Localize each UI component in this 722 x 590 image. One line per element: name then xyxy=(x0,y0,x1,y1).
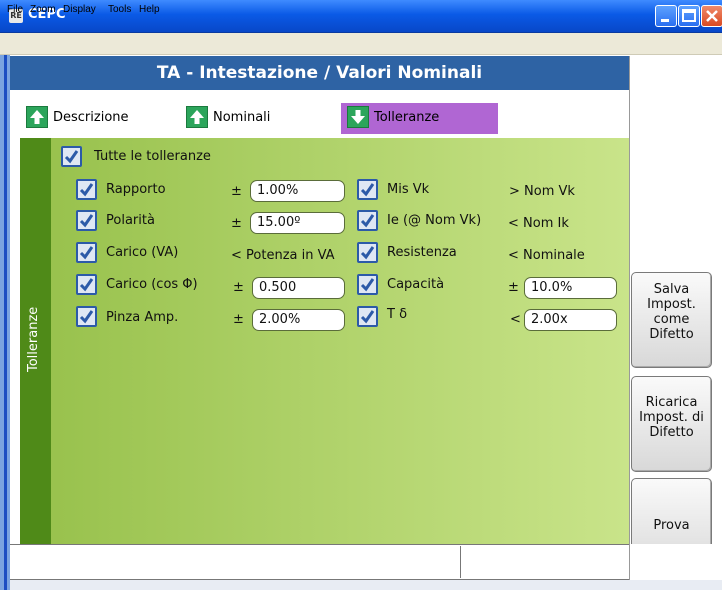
carico-cos-operator: ± xyxy=(233,280,244,295)
ie-operator: < Nom Ik xyxy=(508,216,569,231)
ie-label: Ie (@ Nom Vk) xyxy=(387,213,482,228)
carico-cos-checkbox[interactable] xyxy=(76,274,97,295)
mis-vk-label: Mis Vk xyxy=(387,182,430,197)
resistenza-label: Resistenza xyxy=(387,245,457,260)
polarita-input[interactable]: 15.00º xyxy=(250,212,345,234)
page-title: TA - Intestazione / Valori Nominali xyxy=(10,56,629,90)
pinza-amp-label: Pinza Amp. xyxy=(106,310,179,325)
arrow-down-icon xyxy=(347,106,369,128)
carico-cos-label: Carico (cos Φ) xyxy=(106,277,198,292)
tab-label: Descrizione xyxy=(53,110,129,125)
menu-tools[interactable]: Tools xyxy=(108,4,131,15)
all-tolerances-label: Tutte le tolleranze xyxy=(94,149,211,164)
reload-defaults-button[interactable]: Ricarica Impost. di Difetto xyxy=(631,376,712,472)
status-divider xyxy=(460,546,461,578)
test-label: Prova xyxy=(653,518,690,533)
polarita-label: Polarità xyxy=(106,213,155,228)
minimize-button[interactable] xyxy=(655,5,677,27)
checkmark-icon xyxy=(79,246,94,260)
right-header-area xyxy=(629,56,722,90)
status-right-area xyxy=(629,544,722,580)
arrow-up-icon xyxy=(186,106,208,128)
resistenza-checkbox[interactable] xyxy=(357,242,378,263)
checkmark-icon xyxy=(79,183,94,197)
tab-label: Nominali xyxy=(213,110,271,125)
menu-zoom[interactable]: Zoom xyxy=(30,4,56,15)
checkmark-icon xyxy=(360,214,375,228)
ie-checkbox[interactable] xyxy=(357,210,378,231)
checkmark-icon xyxy=(360,278,375,292)
reload-defaults-label: Ricarica Impost. di Difetto xyxy=(639,395,704,440)
menu-help[interactable]: Help xyxy=(139,4,160,15)
mis-vk-operator: > Nom Vk xyxy=(509,184,575,199)
checkmark-icon xyxy=(360,183,375,197)
checkmark-icon xyxy=(79,214,94,228)
pinza-amp-checkbox[interactable] xyxy=(76,306,97,327)
checkmark-icon xyxy=(64,150,79,164)
t-delta-checkbox[interactable] xyxy=(357,306,378,327)
menu-file[interactable]: File xyxy=(7,4,23,15)
rapporto-checkbox[interactable] xyxy=(76,179,97,200)
checkmark-icon xyxy=(360,310,375,324)
rapporto-label: Rapporto xyxy=(106,182,166,197)
minimize-icon xyxy=(661,19,669,22)
polarita-checkbox[interactable] xyxy=(76,210,97,231)
all-tolerances-checkbox[interactable] xyxy=(61,146,82,167)
carico-va-label: Carico (VA) xyxy=(106,245,179,260)
t-delta-input[interactable]: 2.00x xyxy=(524,309,617,331)
close-button[interactable] xyxy=(701,5,722,27)
t-delta-operator: < xyxy=(510,312,521,327)
capacita-operator: ± xyxy=(508,280,519,295)
save-defaults-label: Salva Impost. come Difetto xyxy=(647,282,696,342)
t-delta-label: T δ xyxy=(387,307,408,322)
menu-bar xyxy=(0,33,722,55)
tab-tolleranze[interactable]: Tolleranze xyxy=(347,106,487,132)
tab-label: Tolleranze xyxy=(374,110,440,125)
maximize-icon xyxy=(682,9,696,22)
carico-cos-input[interactable]: 0.500 xyxy=(252,277,345,299)
rapporto-input[interactable]: 1.00% xyxy=(250,180,345,202)
mis-vk-checkbox[interactable] xyxy=(357,179,378,200)
window-frame-line xyxy=(4,55,7,590)
rapporto-operator: ± xyxy=(231,184,242,199)
capacita-label: Capacità xyxy=(387,277,445,292)
menu-display[interactable]: Display xyxy=(63,4,96,15)
arrow-up-icon xyxy=(26,106,48,128)
window-bottom-frame xyxy=(10,580,722,590)
tab-descrizione[interactable]: Descrizione xyxy=(26,106,156,132)
close-icon xyxy=(706,10,718,22)
tab-nominali[interactable]: Nominali xyxy=(186,106,306,132)
status-bar xyxy=(10,544,629,580)
maximize-button[interactable] xyxy=(678,5,700,27)
pinza-amp-operator: ± xyxy=(233,312,244,327)
checkmark-icon xyxy=(360,246,375,260)
capacita-input[interactable]: 10.0% xyxy=(524,277,617,299)
checkmark-icon xyxy=(79,310,94,324)
resistenza-operator: < Nominale xyxy=(508,248,585,263)
carico-va-checkbox[interactable] xyxy=(76,242,97,263)
save-defaults-button[interactable]: Salva Impost. come Difetto xyxy=(631,272,712,368)
side-tab-label: Tolleranze xyxy=(26,306,41,372)
pinza-amp-input[interactable]: 2.00% xyxy=(252,309,345,331)
checkmark-icon xyxy=(79,278,94,292)
capacita-checkbox[interactable] xyxy=(357,274,378,295)
carico-va-operator: < Potenza in VA xyxy=(231,248,335,263)
polarita-operator: ± xyxy=(231,216,242,231)
